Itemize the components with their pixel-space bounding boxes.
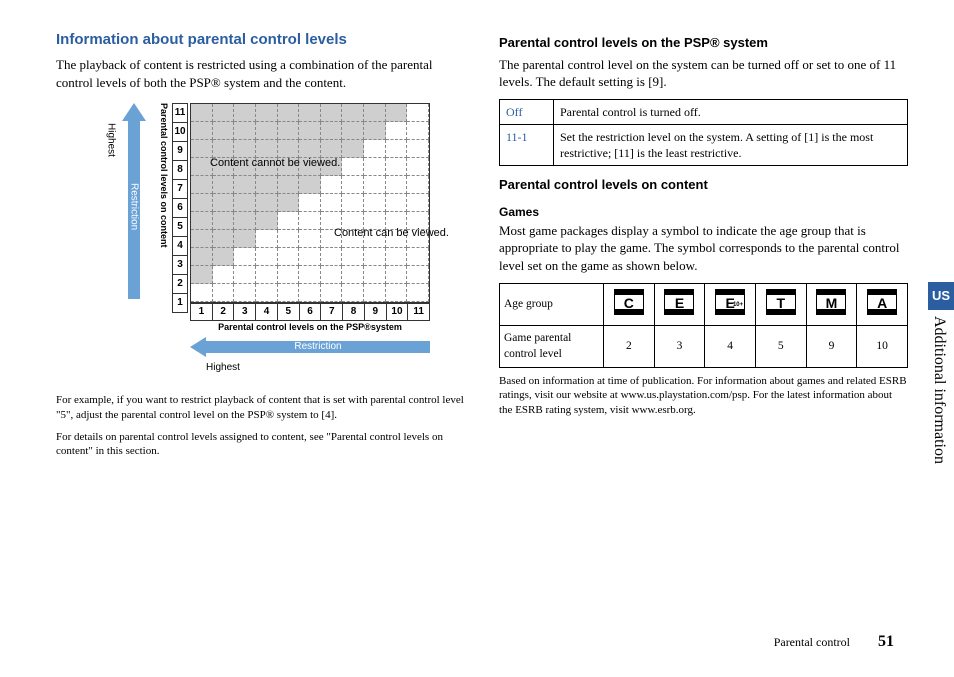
table-row: OffParental control is turned off. — [500, 99, 908, 124]
details-paragraph: For details on parental control levels a… — [56, 430, 465, 459]
parental-control-diagram: Restriction Highest Parental control lev… — [100, 103, 460, 383]
esrb-badge-icon: E10+ — [715, 289, 745, 315]
rating-cell: E — [654, 283, 705, 326]
content-levels-heading: Parental control levels on content — [499, 176, 908, 194]
games-subheading: Games — [499, 204, 908, 220]
settings-table: OffParental control is turned off. 11-1S… — [499, 99, 908, 167]
chapter-title: Additional information — [930, 316, 950, 536]
x-axis-ticks: 1234567891011 — [190, 303, 430, 321]
games-paragraph: Most game packages display a symbol to i… — [499, 222, 908, 275]
esrb-badge-icon: E — [664, 289, 694, 315]
esrb-badge-icon: A — [867, 289, 897, 315]
ratings-footnote: Based on information at time of publicat… — [499, 374, 908, 417]
y-axis-ticks: 1110987654321 — [172, 103, 188, 303]
table-row: 11-1Set the restriction level on the sys… — [500, 124, 908, 165]
rating-cell: C — [604, 283, 655, 326]
table-row: Age group C E E10+ T M A — [500, 283, 908, 326]
y-axis-title: Parental control levels on content — [156, 103, 170, 303]
esrb-badge-icon: C — [614, 289, 644, 315]
rating-cell: M — [806, 283, 857, 326]
horizontal-highest-label: Highest — [206, 361, 240, 375]
psp-levels-paragraph: The parental control level on the system… — [499, 56, 908, 91]
vertical-restriction-arrow: Restriction Highest — [122, 103, 146, 318]
esrb-badge-icon: T — [766, 289, 796, 315]
example-paragraph: For example, if you want to restrict pla… — [56, 393, 465, 422]
horizontal-restriction-arrow: Restriction — [190, 337, 430, 359]
right-column: Parental control levels on the PSP® syst… — [499, 30, 926, 467]
page-number: 51 — [878, 631, 894, 653]
annotation-allowed: Content can be viewed. — [334, 227, 449, 240]
rating-cell: A — [857, 283, 908, 326]
annotation-blocked: Content cannot be viewed. — [210, 157, 340, 170]
section-heading: Information about parental control level… — [56, 30, 465, 50]
footer-section: Parental control — [774, 634, 850, 650]
diagram-grid — [190, 103, 430, 303]
table-row: Game parental control level 2 3 4 5 9 10 — [500, 326, 908, 368]
region-tab: US — [928, 282, 954, 310]
left-column: Information about parental control level… — [56, 30, 465, 467]
esrb-badge-icon: M — [816, 289, 846, 315]
intro-paragraph: The playback of content is restricted us… — [56, 56, 465, 91]
x-axis-title: Parental control levels on the PSP®syste… — [190, 321, 430, 333]
rating-cell: E10+ — [705, 283, 756, 326]
rating-cell: T — [755, 283, 806, 326]
page-footer: Parental control 51 — [774, 631, 894, 653]
psp-levels-heading: Parental control levels on the PSP® syst… — [499, 34, 908, 52]
ratings-table: Age group C E E10+ T M A Game parental c… — [499, 283, 908, 369]
